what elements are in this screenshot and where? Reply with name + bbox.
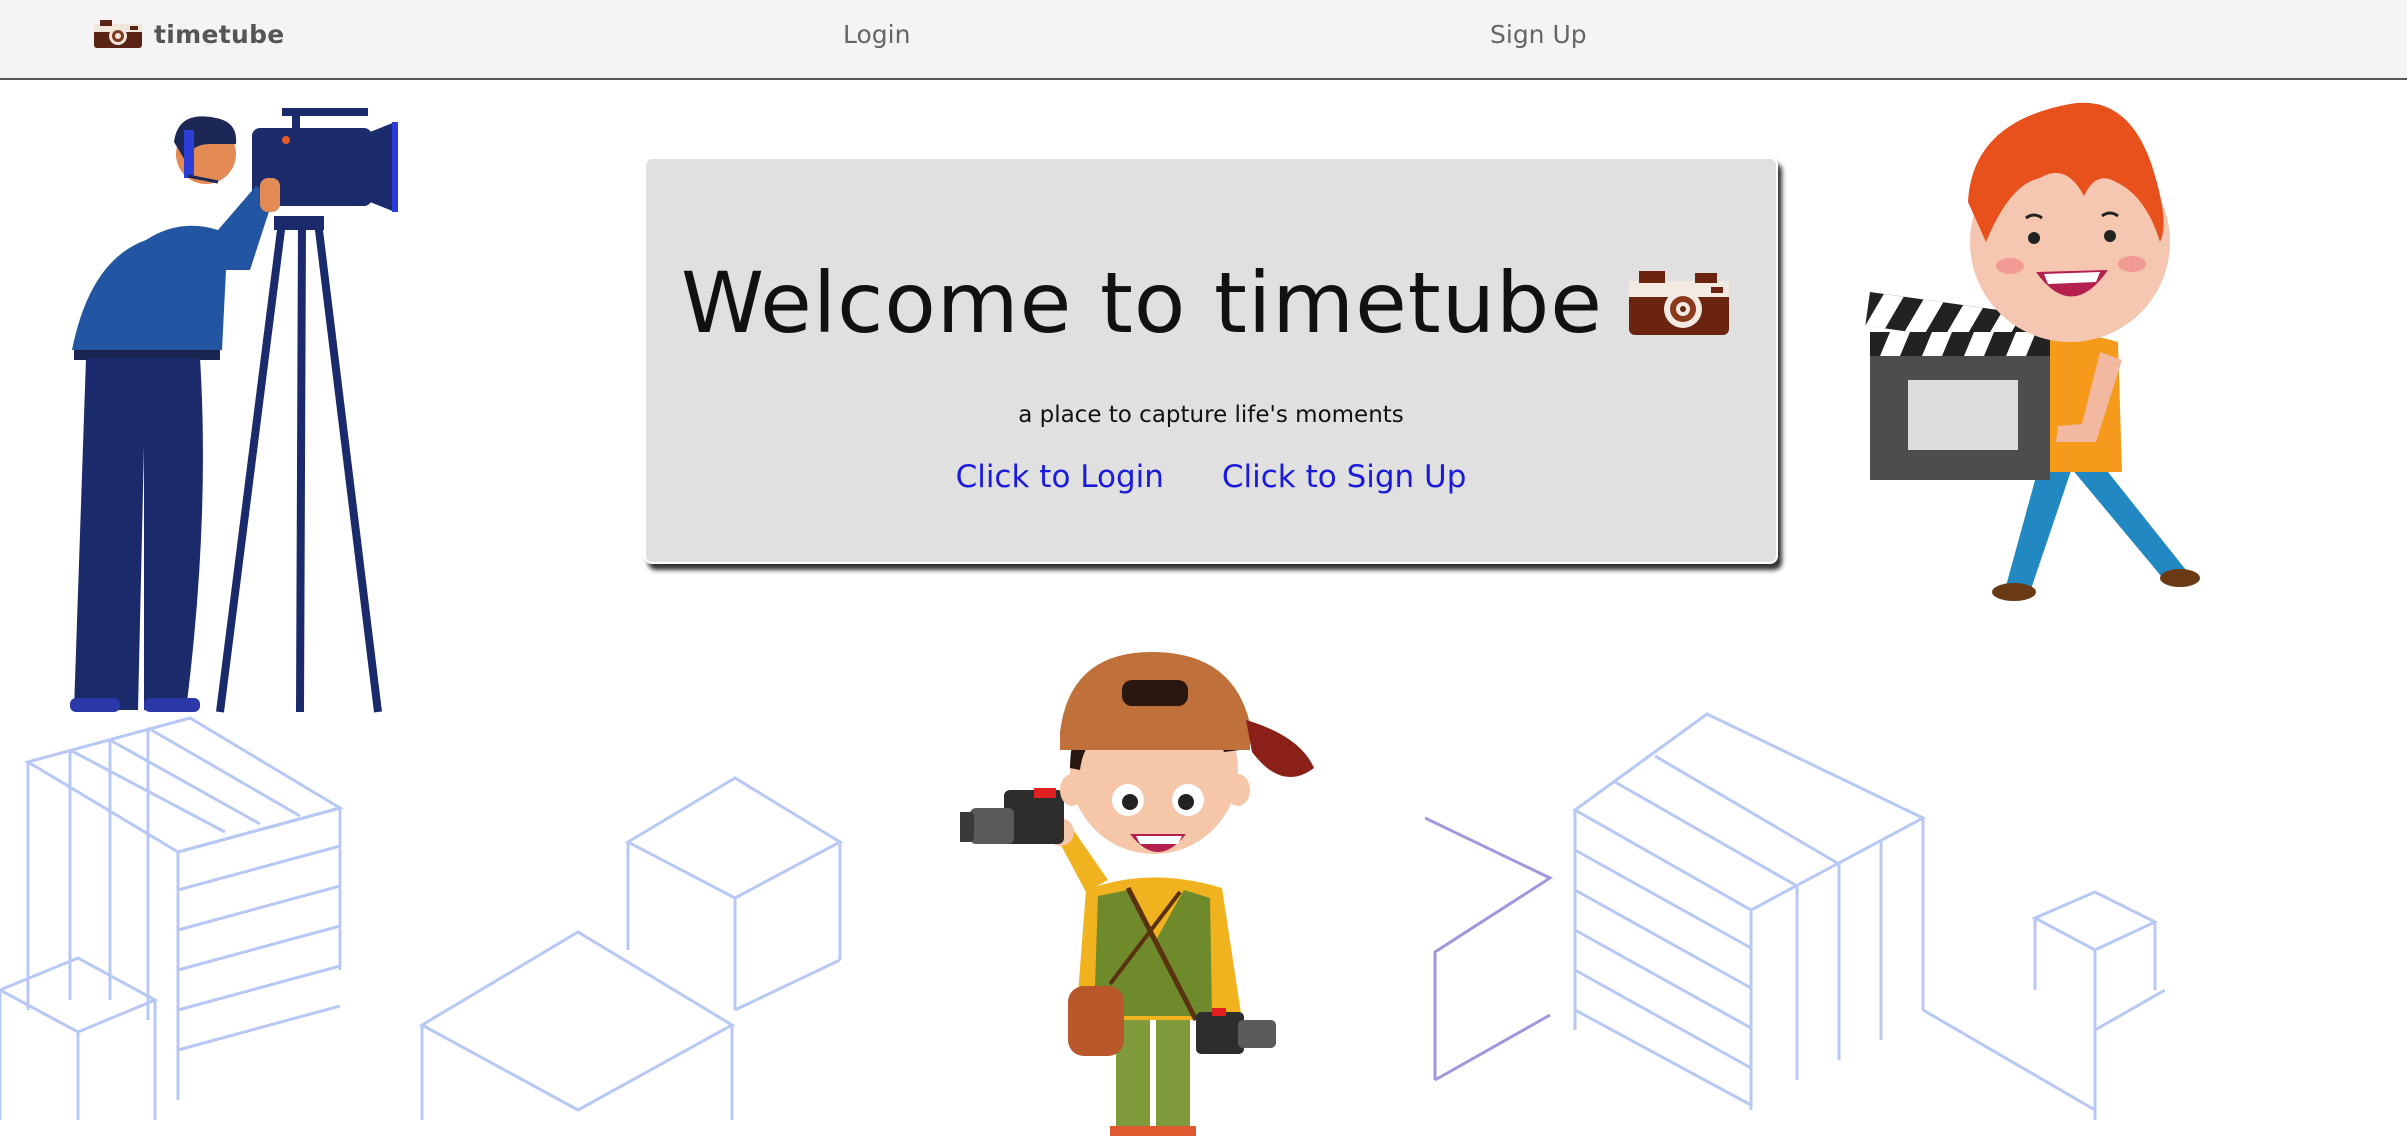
camera-icon — [94, 20, 142, 48]
brand-name: timetube — [154, 19, 285, 49]
welcome-heading: Welcome to timetube — [646, 254, 1776, 352]
signup-link[interactable]: Click to Sign Up — [1222, 459, 1467, 495]
page-title: Welcome to timetube — [681, 254, 1603, 352]
nav-signup-link[interactable]: Sign Up — [1490, 20, 1587, 49]
kid-photographer-illustration — [960, 651, 1314, 1136]
clapperboard-boy-illustration — [1865, 102, 2200, 601]
brand-link[interactable]: timetube — [92, 16, 285, 52]
navbar: timetube Login Sign Up — [0, 0, 2407, 80]
background-cubes-illustration — [0, 716, 844, 1120]
tagline: a place to capture life's moments — [1018, 402, 1404, 428]
login-link[interactable]: Click to Login — [956, 459, 1164, 495]
nav-login-link[interactable]: Login — [843, 20, 910, 49]
welcome-card: Welcome to timetube a place to capture l… — [644, 157, 1778, 564]
cameraman-illustration — [70, 108, 398, 713]
camera-icon — [1628, 271, 1729, 335]
auth-actions: Click to Login Click to Sign Up — [646, 459, 1776, 495]
background-cubes-illustration — [1425, 712, 2165, 1120]
